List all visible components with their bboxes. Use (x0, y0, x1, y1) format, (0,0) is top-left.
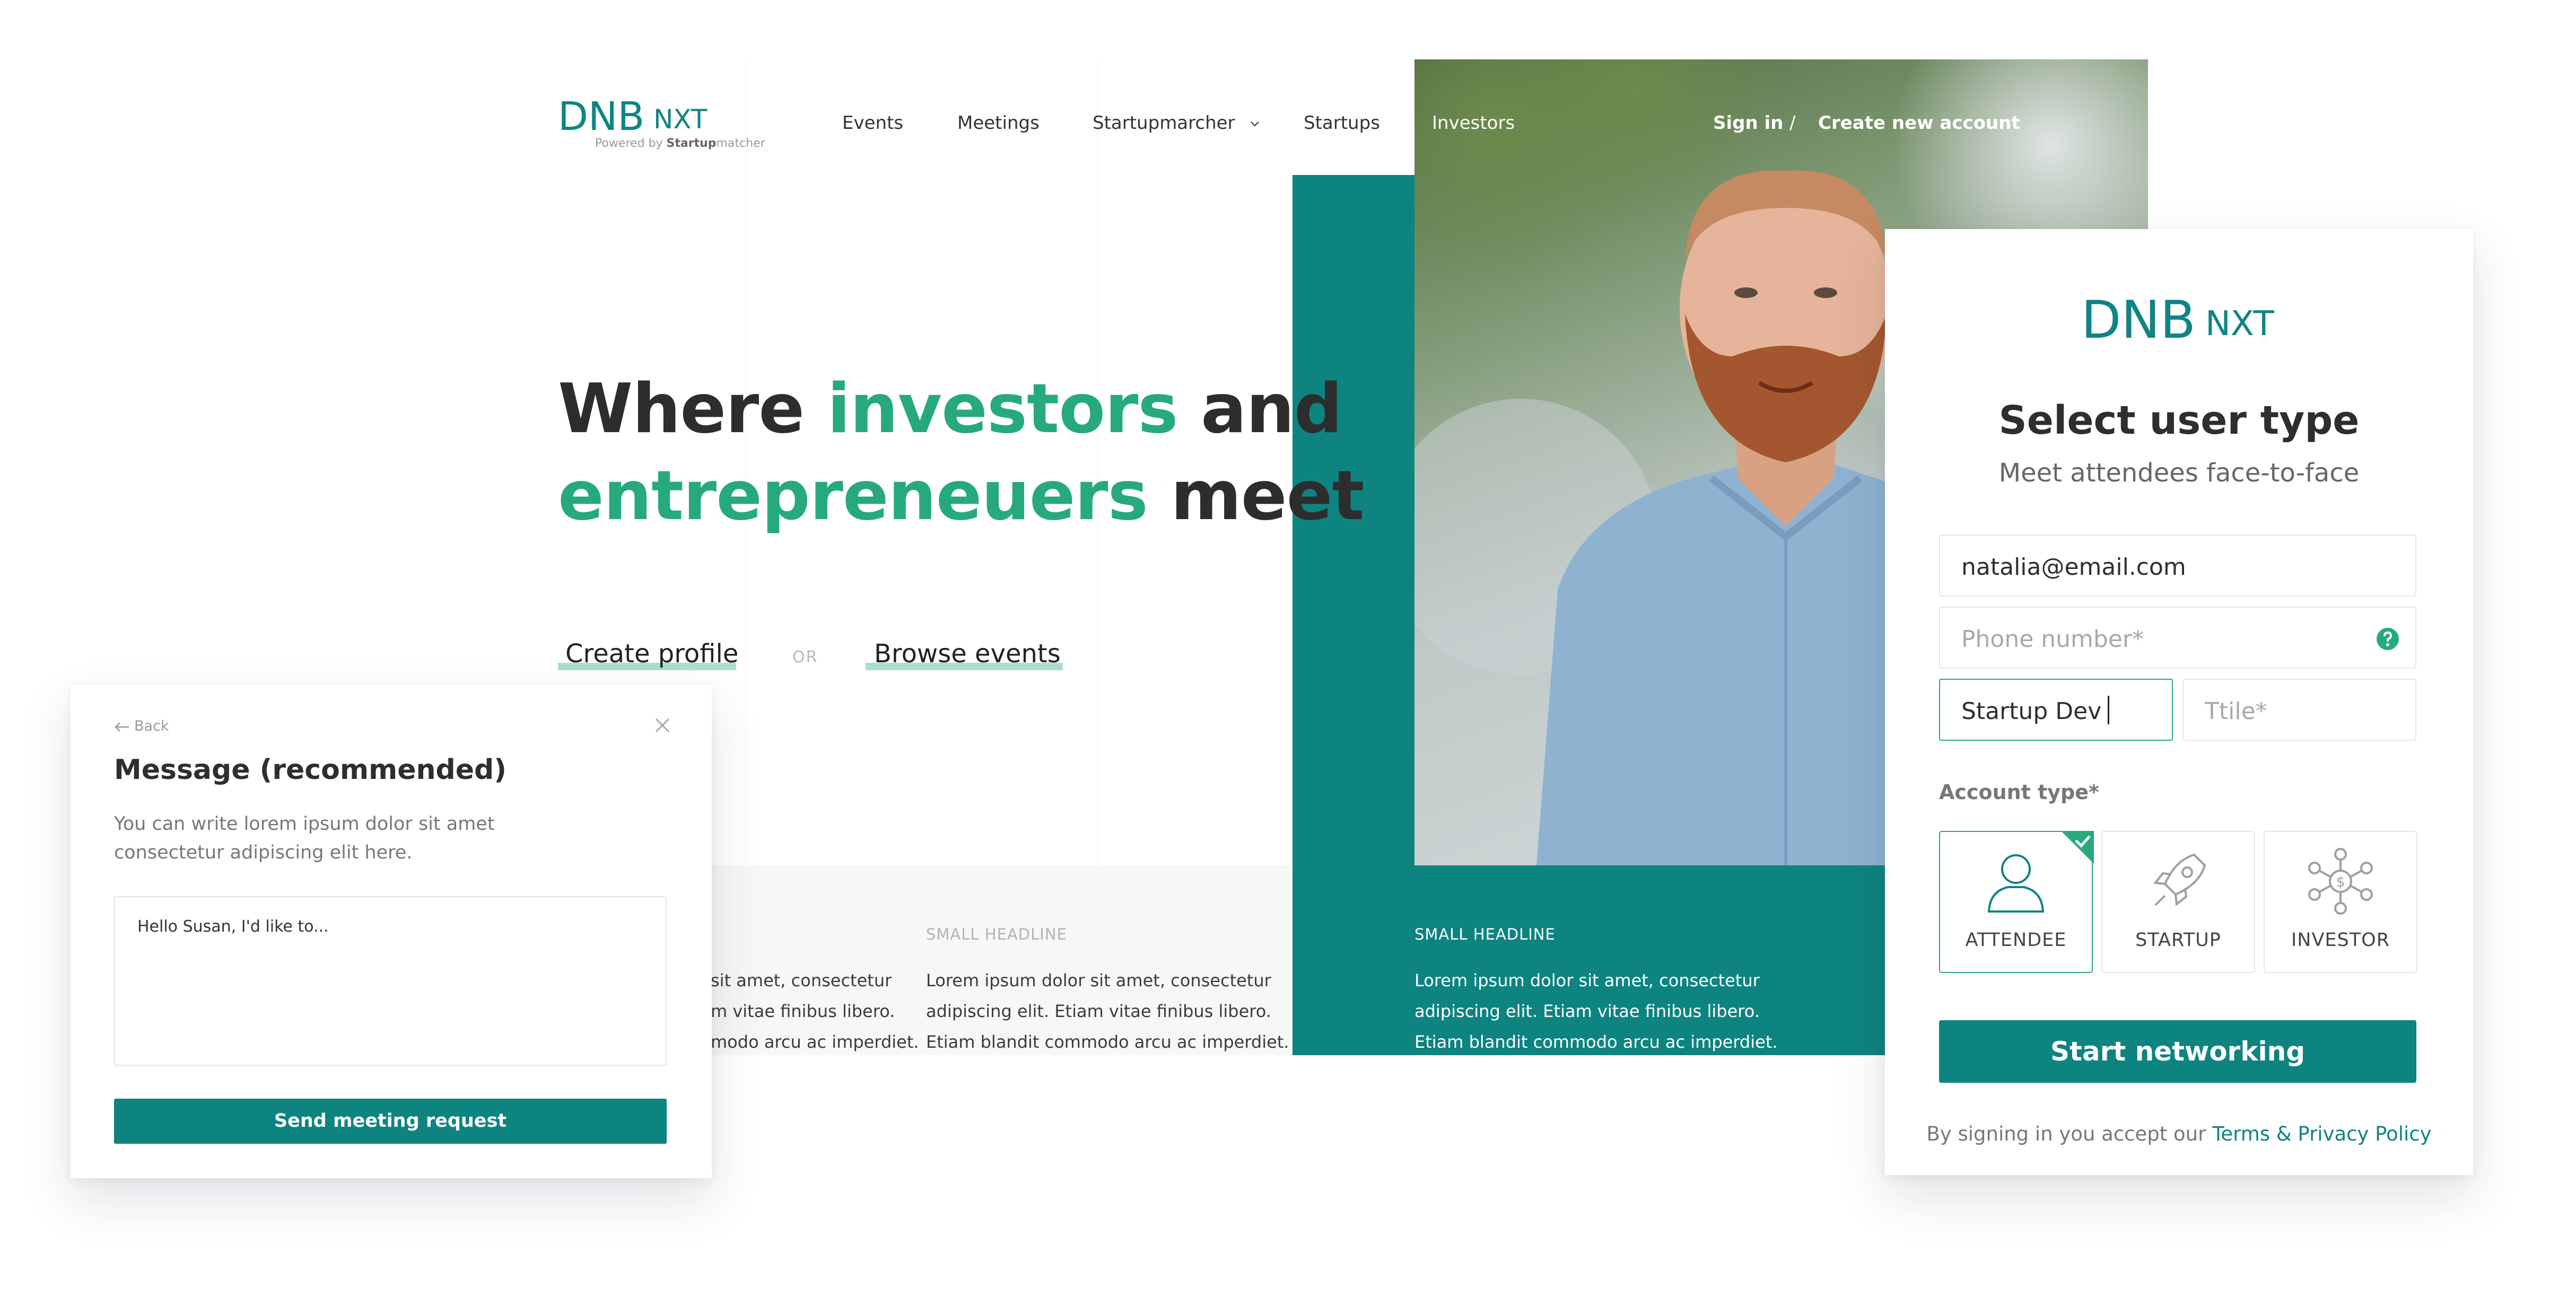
terms-link[interactable]: Terms & Privacy Policy (2212, 1123, 2432, 1145)
back-label: Back (134, 718, 169, 734)
browse-events-link[interactable]: Browse events (874, 639, 1061, 669)
logo-nxt: NXT (653, 104, 708, 135)
logo-dnb: DNB (2081, 290, 2196, 350)
feature-text-line: Etiam blandit commodo arcu ac imperdiet. (1414, 1032, 1778, 1052)
create-account-link[interactable]: Create new account (1818, 112, 2020, 134)
title-field[interactable]: Ttile* (2182, 679, 2416, 741)
account-type-attendee[interactable]: ATTENDEE (1939, 831, 2094, 973)
svg-text:$: $ (2336, 874, 2345, 890)
nav-events[interactable]: Events (842, 112, 903, 134)
account-type-label: Account type* (1939, 781, 2099, 804)
feature-text-line: Etiam blandit commodo arcu ac imperdiet. (926, 1032, 1289, 1052)
text-cursor (2108, 696, 2109, 724)
account-type-investor[interactable]: $ INVESTOR (2264, 831, 2417, 973)
nav-startupmarcher-label: Startupmarcher (1093, 112, 1235, 134)
hero-word: Where (558, 370, 805, 449)
nav-startups[interactable]: Startups (1304, 112, 1380, 134)
nav-investors[interactable]: Investors (1432, 112, 1515, 134)
message-textarea-value: Hello Susan, I'd like to... (137, 917, 329, 936)
arrow-left-icon (115, 722, 129, 732)
phone-field[interactable]: Phone number* (1939, 607, 2416, 669)
feature-text-line: m vitae finibus libero. (711, 1001, 895, 1021)
nav-separator: / (1789, 112, 1796, 134)
signup-card: DNB NXT Select user type Meet attendees … (1885, 229, 2473, 1175)
message-textarea[interactable]: Hello Susan, I'd like to... (114, 896, 667, 1066)
account-type-label-text: INVESTOR (2291, 930, 2390, 951)
feature-headline: SMALL HEADLINE (1414, 925, 1556, 943)
account-type-label-text: STARTUP (2135, 930, 2221, 951)
check-icon (2061, 831, 2094, 864)
feature-headline: SMALL HEADLINE (926, 925, 1067, 943)
network-money-icon: $ (2308, 848, 2373, 915)
nav-meetings[interactable]: Meetings (957, 112, 1040, 134)
create-profile-link[interactable]: Create profile (565, 639, 738, 669)
message-description-line: You can write lorem ipsum dolor sit amet (114, 813, 495, 835)
start-networking-button[interactable]: Start networking (1939, 1020, 2416, 1083)
sign-in-link[interactable]: Sign in (1713, 112, 1783, 134)
terms-text: By signing in you accept our Terms & Pri… (1885, 1123, 2473, 1145)
hero-word: meet (1171, 457, 1364, 536)
nav-startupmarcher[interactable]: Startupmarcher (1093, 112, 1260, 134)
company-value: Startup Dev (1961, 698, 2102, 725)
message-description: You can write lorem ipsum dolor sit amet… (114, 810, 495, 867)
email-value: natalia@email.com (1961, 554, 2186, 581)
message-title: Message (recommended) (114, 754, 507, 786)
signup-subtitle: Meet attendees face-to-face (1998, 458, 2360, 488)
phone-placeholder: Phone number* (1961, 626, 2144, 653)
logo-dnb: DNB (558, 94, 645, 139)
feature-text-line: modo arcu ac imperdiet. (711, 1032, 919, 1052)
cta-or: OR (792, 648, 818, 667)
company-field[interactable]: Startup Dev (1939, 679, 2173, 741)
rocket-icon (2153, 853, 2206, 906)
feature-text-line: adipiscing elit. Etiam vitae finibus lib… (926, 1001, 1271, 1021)
email-field[interactable]: natalia@email.com (1939, 534, 2416, 597)
message-description-line: consectetur adipiscing elit here. (114, 842, 413, 863)
title-placeholder: Ttile* (2205, 698, 2267, 725)
send-meeting-request-button[interactable]: Send meeting request (114, 1099, 667, 1144)
feature-text-line: adipiscing elit. Etiam vitae finibus lib… (1414, 1001, 1760, 1021)
feature-text-line: Lorem ipsum dolor sit amet, consectetur (1414, 970, 1760, 991)
account-type-startup[interactable]: STARTUP (2101, 831, 2255, 973)
logo-nxt: NXT (2205, 304, 2274, 344)
hero-word-highlight: investors (827, 370, 1178, 449)
feature-text-line: Lorem ipsum dolor sit amet, consectetur (926, 970, 1271, 991)
feature-text-line: sit amet, consectetur (711, 970, 892, 991)
terms-prefix: By signing in you accept our (1926, 1123, 2213, 1145)
hero-headline: Where investors and entrepreneuers meet (558, 366, 1365, 540)
help-icon[interactable] (2376, 627, 2399, 651)
signup-title: Select user type (1998, 398, 2360, 443)
chevron-down-icon (1251, 121, 1260, 127)
hero-word-highlight: entrepreneuers (558, 457, 1148, 536)
logo-powered-by: Powered by Startupmatcher (595, 137, 765, 150)
back-link[interactable]: Back (114, 718, 169, 734)
person-icon (1987, 854, 2045, 913)
hero-word: and (1201, 370, 1342, 449)
close-icon[interactable] (654, 717, 671, 734)
account-type-label-text: ATTENDEE (1965, 930, 2067, 951)
message-card: Back Message (recommended) You can write… (71, 685, 712, 1178)
